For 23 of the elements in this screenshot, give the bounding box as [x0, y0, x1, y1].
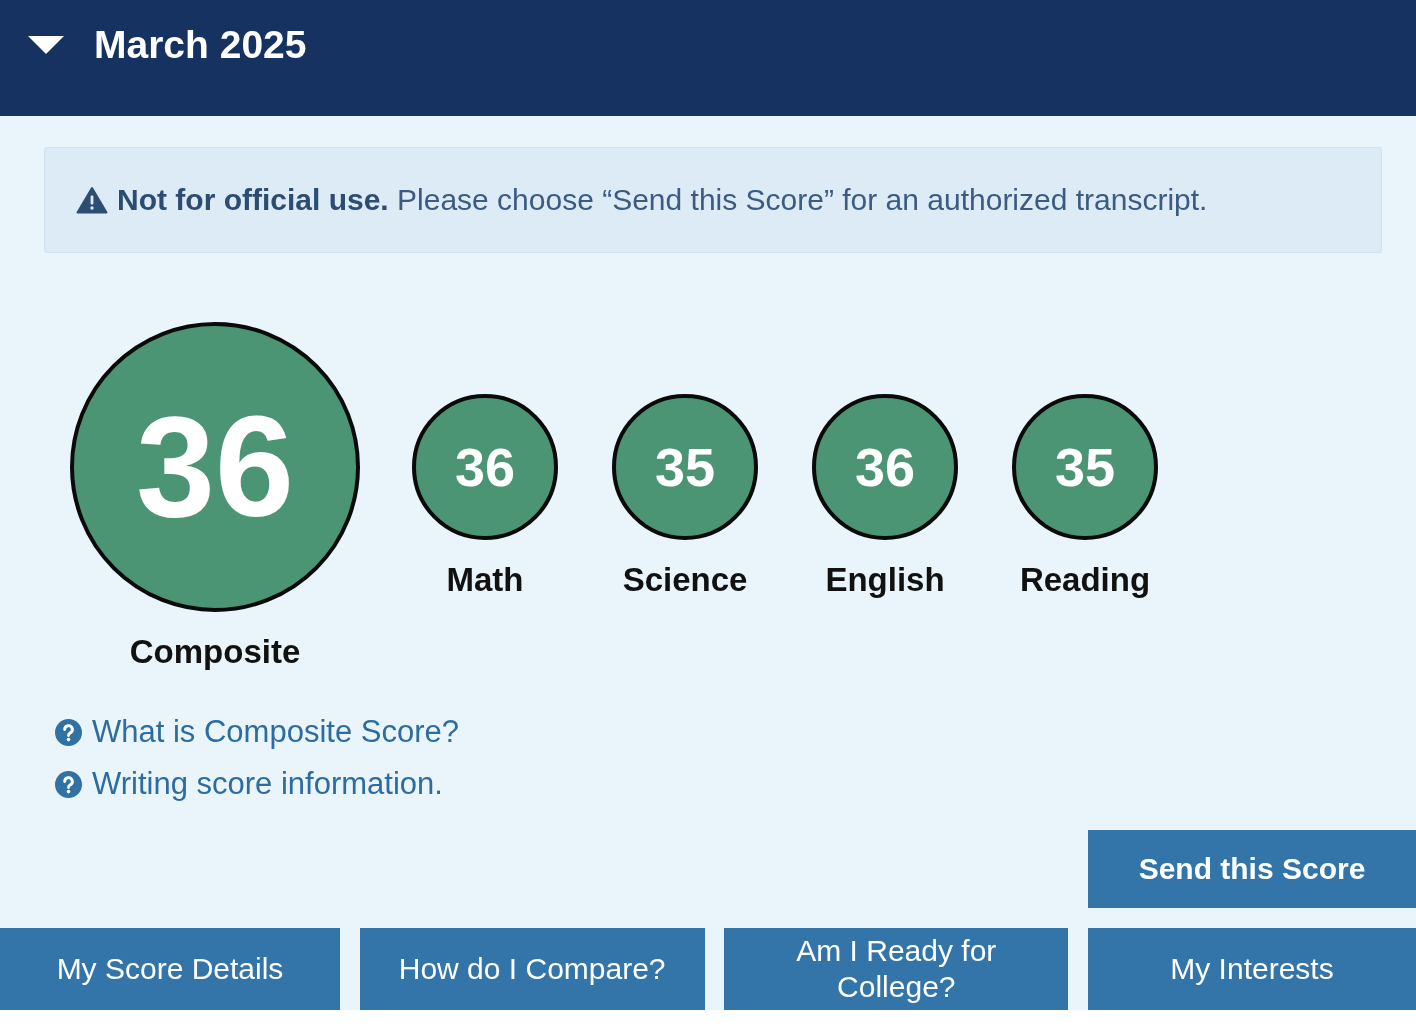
- score-value: 36: [854, 440, 916, 494]
- notice-text: Not for official use. Please choose “Send this Score” for an authorized transcript.: [117, 182, 1208, 218]
- help-icon: [55, 770, 82, 798]
- score-label: Reading: [1019, 561, 1151, 599]
- score-value: 35: [654, 440, 716, 494]
- nav-button[interactable]: My Interests: [1087, 928, 1416, 1010]
- score-value: 36: [454, 440, 516, 494]
- score-value: 35: [1054, 440, 1116, 494]
- score-value: 36: [136, 396, 294, 538]
- score-label: English: [825, 561, 945, 599]
- section-title: March 2025: [94, 22, 307, 68]
- score-label: Composite: [129, 633, 301, 671]
- send-score-button[interactable]: Send this Score: [1088, 830, 1416, 908]
- nav-button[interactable]: Am I Ready for College?: [724, 928, 1069, 1010]
- score-label: Math: [446, 561, 524, 599]
- caret-icon[interactable]: [28, 36, 64, 54]
- help-link[interactable]: What is Composite Score?: [92, 714, 459, 750]
- warning-icon: [76, 186, 108, 214]
- nav-button[interactable]: How do I Compare?: [359, 928, 705, 1010]
- nav-button[interactable]: My Score Details: [0, 928, 340, 1010]
- score-label: Science: [622, 561, 748, 599]
- help-icon: [55, 718, 82, 746]
- help-link[interactable]: Writing score information.: [92, 766, 443, 802]
